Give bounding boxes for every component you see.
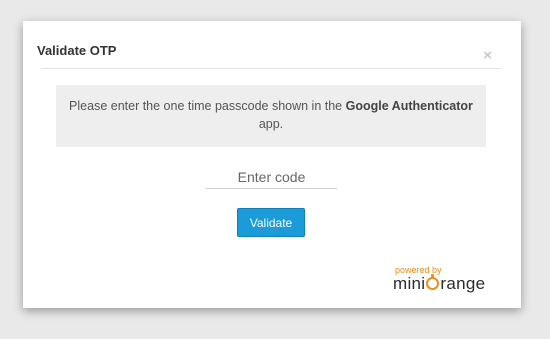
validate-otp-modal: Validate OTP × Please enter the one time… [23,21,521,308]
header-divider [41,68,501,69]
validate-button[interactable]: Validate [237,208,305,237]
instruction-message: Please enter the one time passcode shown… [56,85,486,147]
close-icon[interactable]: × [483,48,492,63]
message-suffix: app. [258,117,284,131]
logo-text-range: range [440,274,486,293]
otp-code-input[interactable] [206,166,337,189]
modal-header: Validate OTP × [23,21,521,69]
logo-text-mini: mini [393,274,426,293]
miniorange-logo: mini range [393,274,486,293]
message-app-name: Google Authenticator [345,99,473,113]
miniorange-branding: powered by mini range [373,266,486,298]
modal-title: Validate OTP [37,43,117,58]
message-prefix: Please enter the one time passcode shown… [69,99,346,113]
power-o-icon [426,274,440,290]
